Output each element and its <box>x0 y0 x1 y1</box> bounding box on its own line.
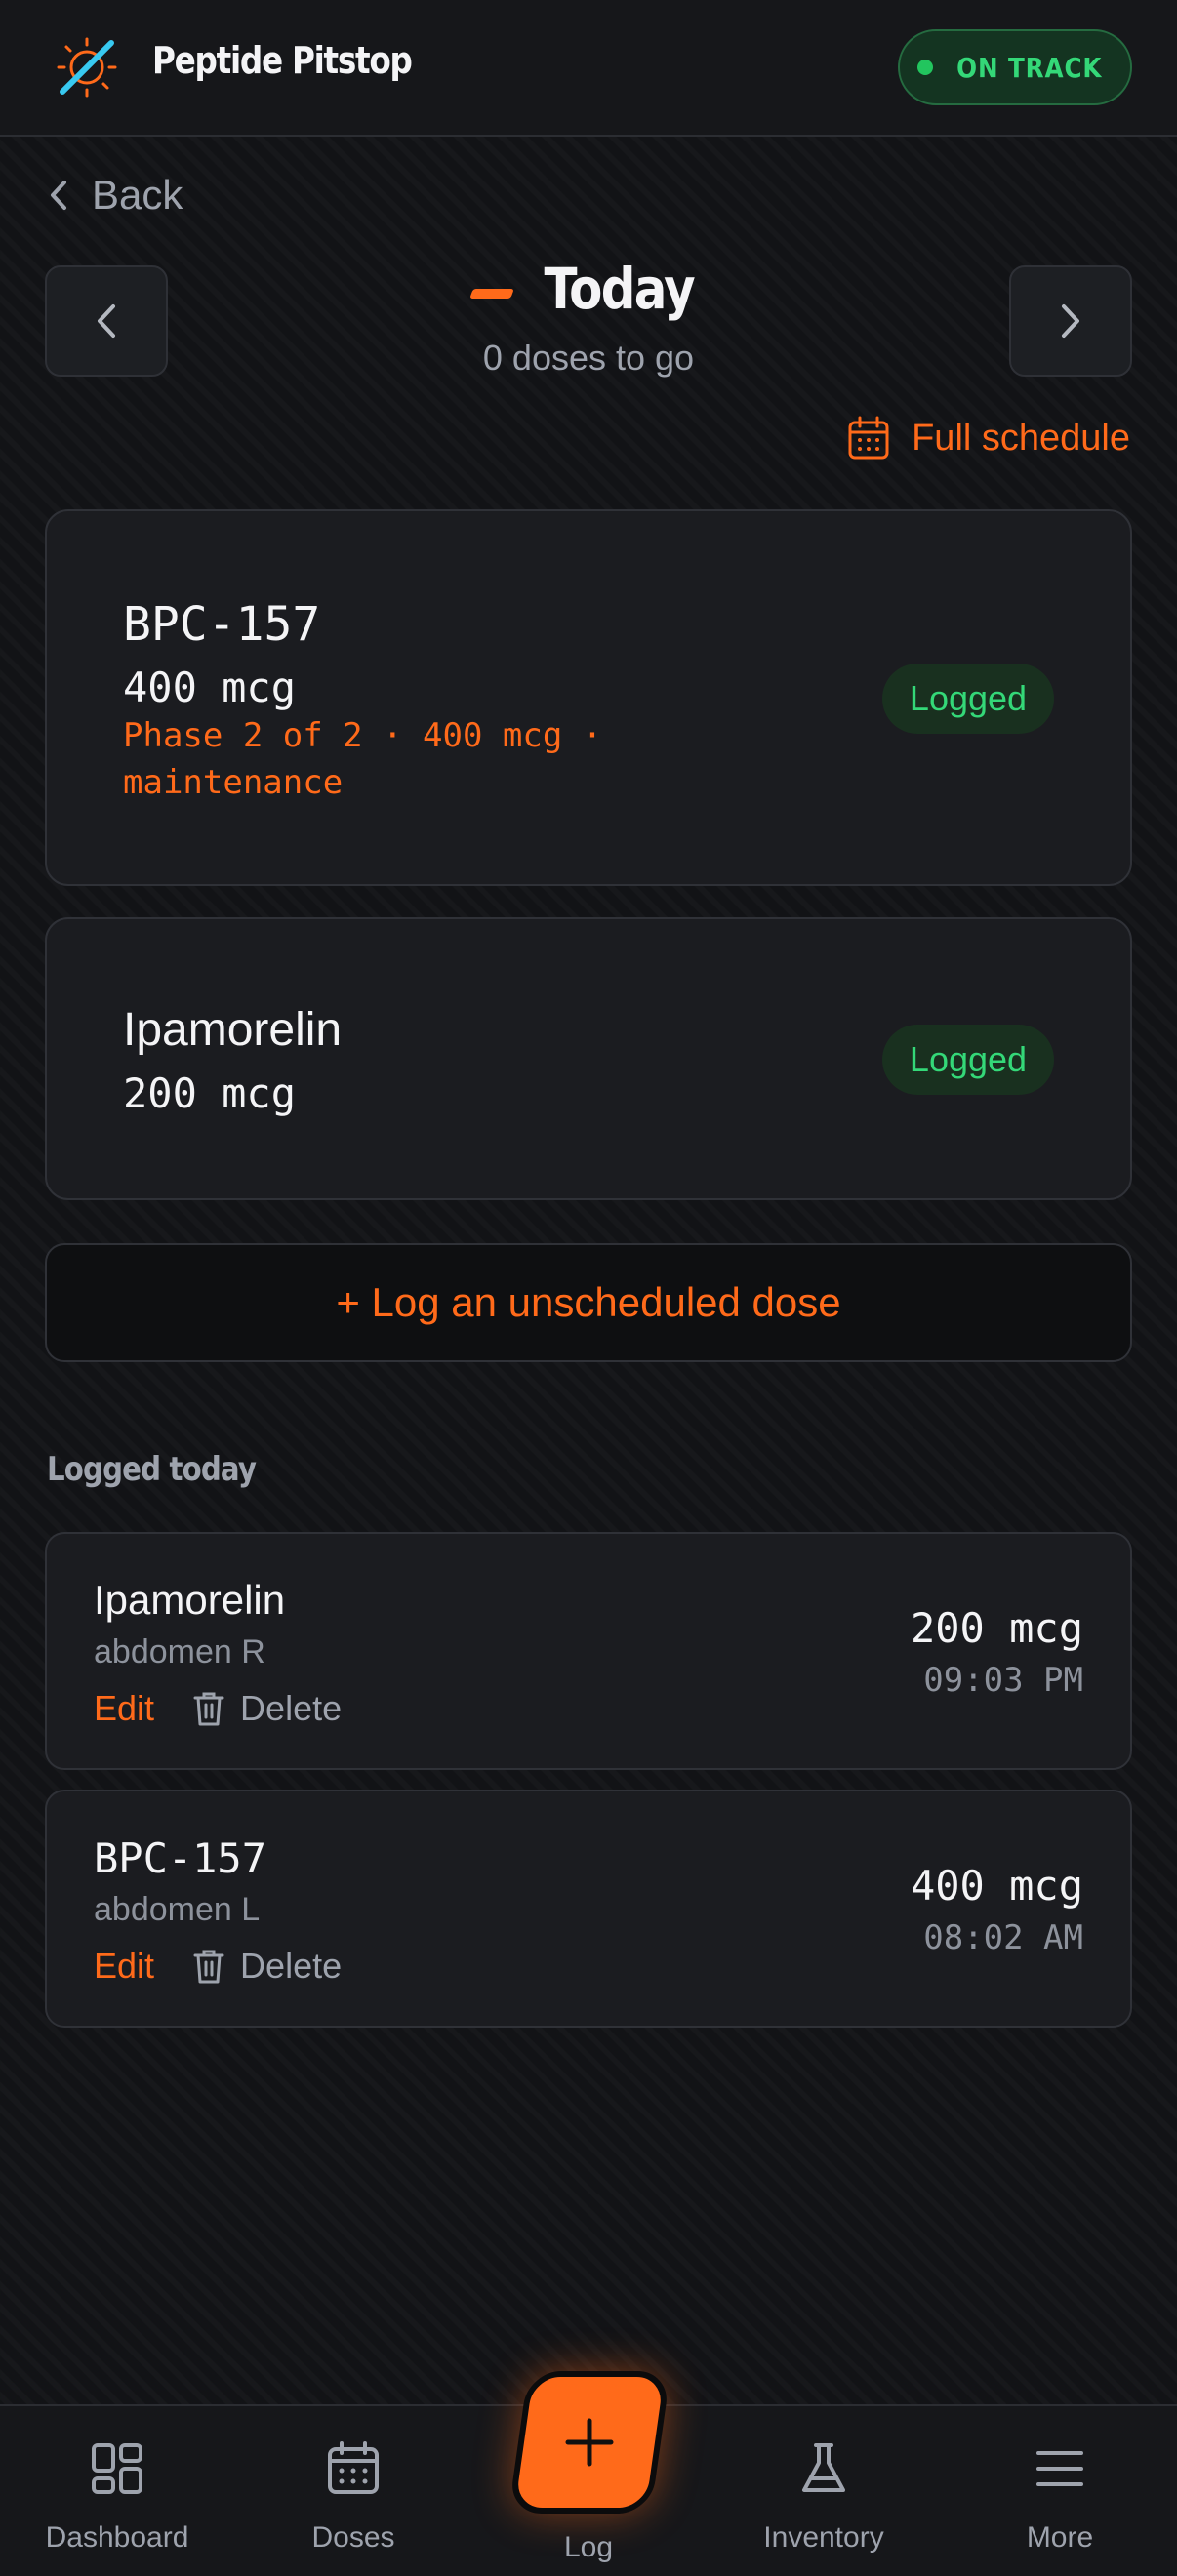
accent-dash-icon <box>468 288 514 299</box>
dose-name: BPC-157 <box>123 597 321 652</box>
full-schedule-link[interactable]: Full schedule <box>847 416 1130 461</box>
tab-label: Doses <box>311 2521 395 2554</box>
status-text: ON TRACK <box>956 51 1103 84</box>
tab-label: Log <box>563 2531 614 2563</box>
scheduled-dose-card[interactable]: BPC-157 400 mcg Phase 2 of 2 · 400 mcg ·… <box>45 509 1132 886</box>
page-title-label: Today <box>544 256 695 322</box>
dose-amount: 400 mcg <box>123 664 297 711</box>
delete-button[interactable]: Delete <box>193 1688 342 1729</box>
logged-dose-item: Ipamorelin abdomen R Edit Delete 200 mcg… <box>45 1532 1132 1770</box>
delete-label: Delete <box>240 1946 343 1986</box>
status-badge: ON TRACK <box>898 29 1132 105</box>
log-fab-button[interactable] <box>507 2371 671 2514</box>
doses-remaining-text: 0 doses to go <box>482 338 695 378</box>
back-label: Back <box>92 172 183 218</box>
tab-label: Inventory <box>763 2521 884 2554</box>
calendar-icon <box>848 416 889 460</box>
status-badge: Logged <box>882 664 1054 734</box>
trash-icon <box>193 1692 224 1726</box>
logged-dose-amount: 200 mcg <box>910 1604 1083 1652</box>
tab-label: Dashboard <box>45 2521 189 2554</box>
injection-site: abdomen R <box>94 1633 265 1670</box>
dose-amount: 200 mcg <box>123 1069 297 1117</box>
injection-site: abdomen L <box>94 1891 261 1928</box>
plus-icon <box>565 2418 614 2467</box>
dashboard-grid-icon <box>92 2443 142 2494</box>
status-badge: Logged <box>882 1025 1054 1095</box>
logged-dose-name: BPC-157 <box>94 1834 267 1882</box>
calendar-icon <box>328 2441 379 2494</box>
edit-button[interactable]: Edit <box>94 1946 154 1987</box>
chevron-right-icon <box>1062 304 1079 338</box>
logged-dose-item: BPC-157 abdomen L Edit Delete 400 mcg 08… <box>45 1790 1132 2028</box>
app-title: Peptide Pitstop <box>152 39 413 82</box>
dose-phase: Phase 2 of 2 · 400 mcg · maintenance <box>123 716 603 802</box>
logged-dose-actions: Edit Delete <box>94 1946 342 1987</box>
trash-icon <box>193 1950 224 1984</box>
tab-label: More <box>1026 2521 1094 2554</box>
edit-button[interactable]: Edit <box>94 1688 154 1729</box>
page-title: Today <box>0 256 1177 322</box>
tab-more[interactable]: More <box>962 2406 1157 2576</box>
status-dot-icon <box>917 60 934 75</box>
log-dose-fab[interactable]: Log <box>491 2361 686 2576</box>
log-unscheduled-dose-button[interactable]: + Log an unscheduled dose <box>45 1243 1132 1362</box>
flask-icon <box>802 2443 845 2492</box>
full-schedule-label: Full schedule <box>912 417 1130 459</box>
tab-dashboard[interactable]: Dashboard <box>20 2406 215 2576</box>
section-title: Logged today <box>47 1450 257 1489</box>
logged-dose-actions: Edit Delete <box>94 1688 342 1729</box>
scheduled-dose-card[interactable]: Ipamorelin 200 mcg Logged <box>45 917 1132 1200</box>
tab-doses[interactable]: Doses <box>256 2406 451 2576</box>
logged-dose-name: Ipamorelin <box>94 1577 286 1623</box>
delete-label: Delete <box>240 1688 343 1728</box>
delete-button[interactable]: Delete <box>193 1946 342 1987</box>
back-link[interactable]: Back <box>45 166 183 224</box>
dose-name: Ipamorelin <box>123 1004 343 1056</box>
next-day-button[interactable] <box>1009 265 1132 377</box>
app-header: Peptide Pitstop ON TRACK <box>0 0 1177 137</box>
logged-dose-time: 08:02 AM <box>923 1918 1083 1957</box>
slashed-circle-logo-icon <box>55 35 119 100</box>
tab-inventory[interactable]: Inventory <box>726 2406 921 2576</box>
menu-icon <box>1036 2451 1083 2486</box>
logged-dose-amount: 400 mcg <box>910 1862 1083 1910</box>
logged-dose-time: 09:03 PM <box>923 1661 1083 1700</box>
chevron-left-icon <box>51 181 66 210</box>
